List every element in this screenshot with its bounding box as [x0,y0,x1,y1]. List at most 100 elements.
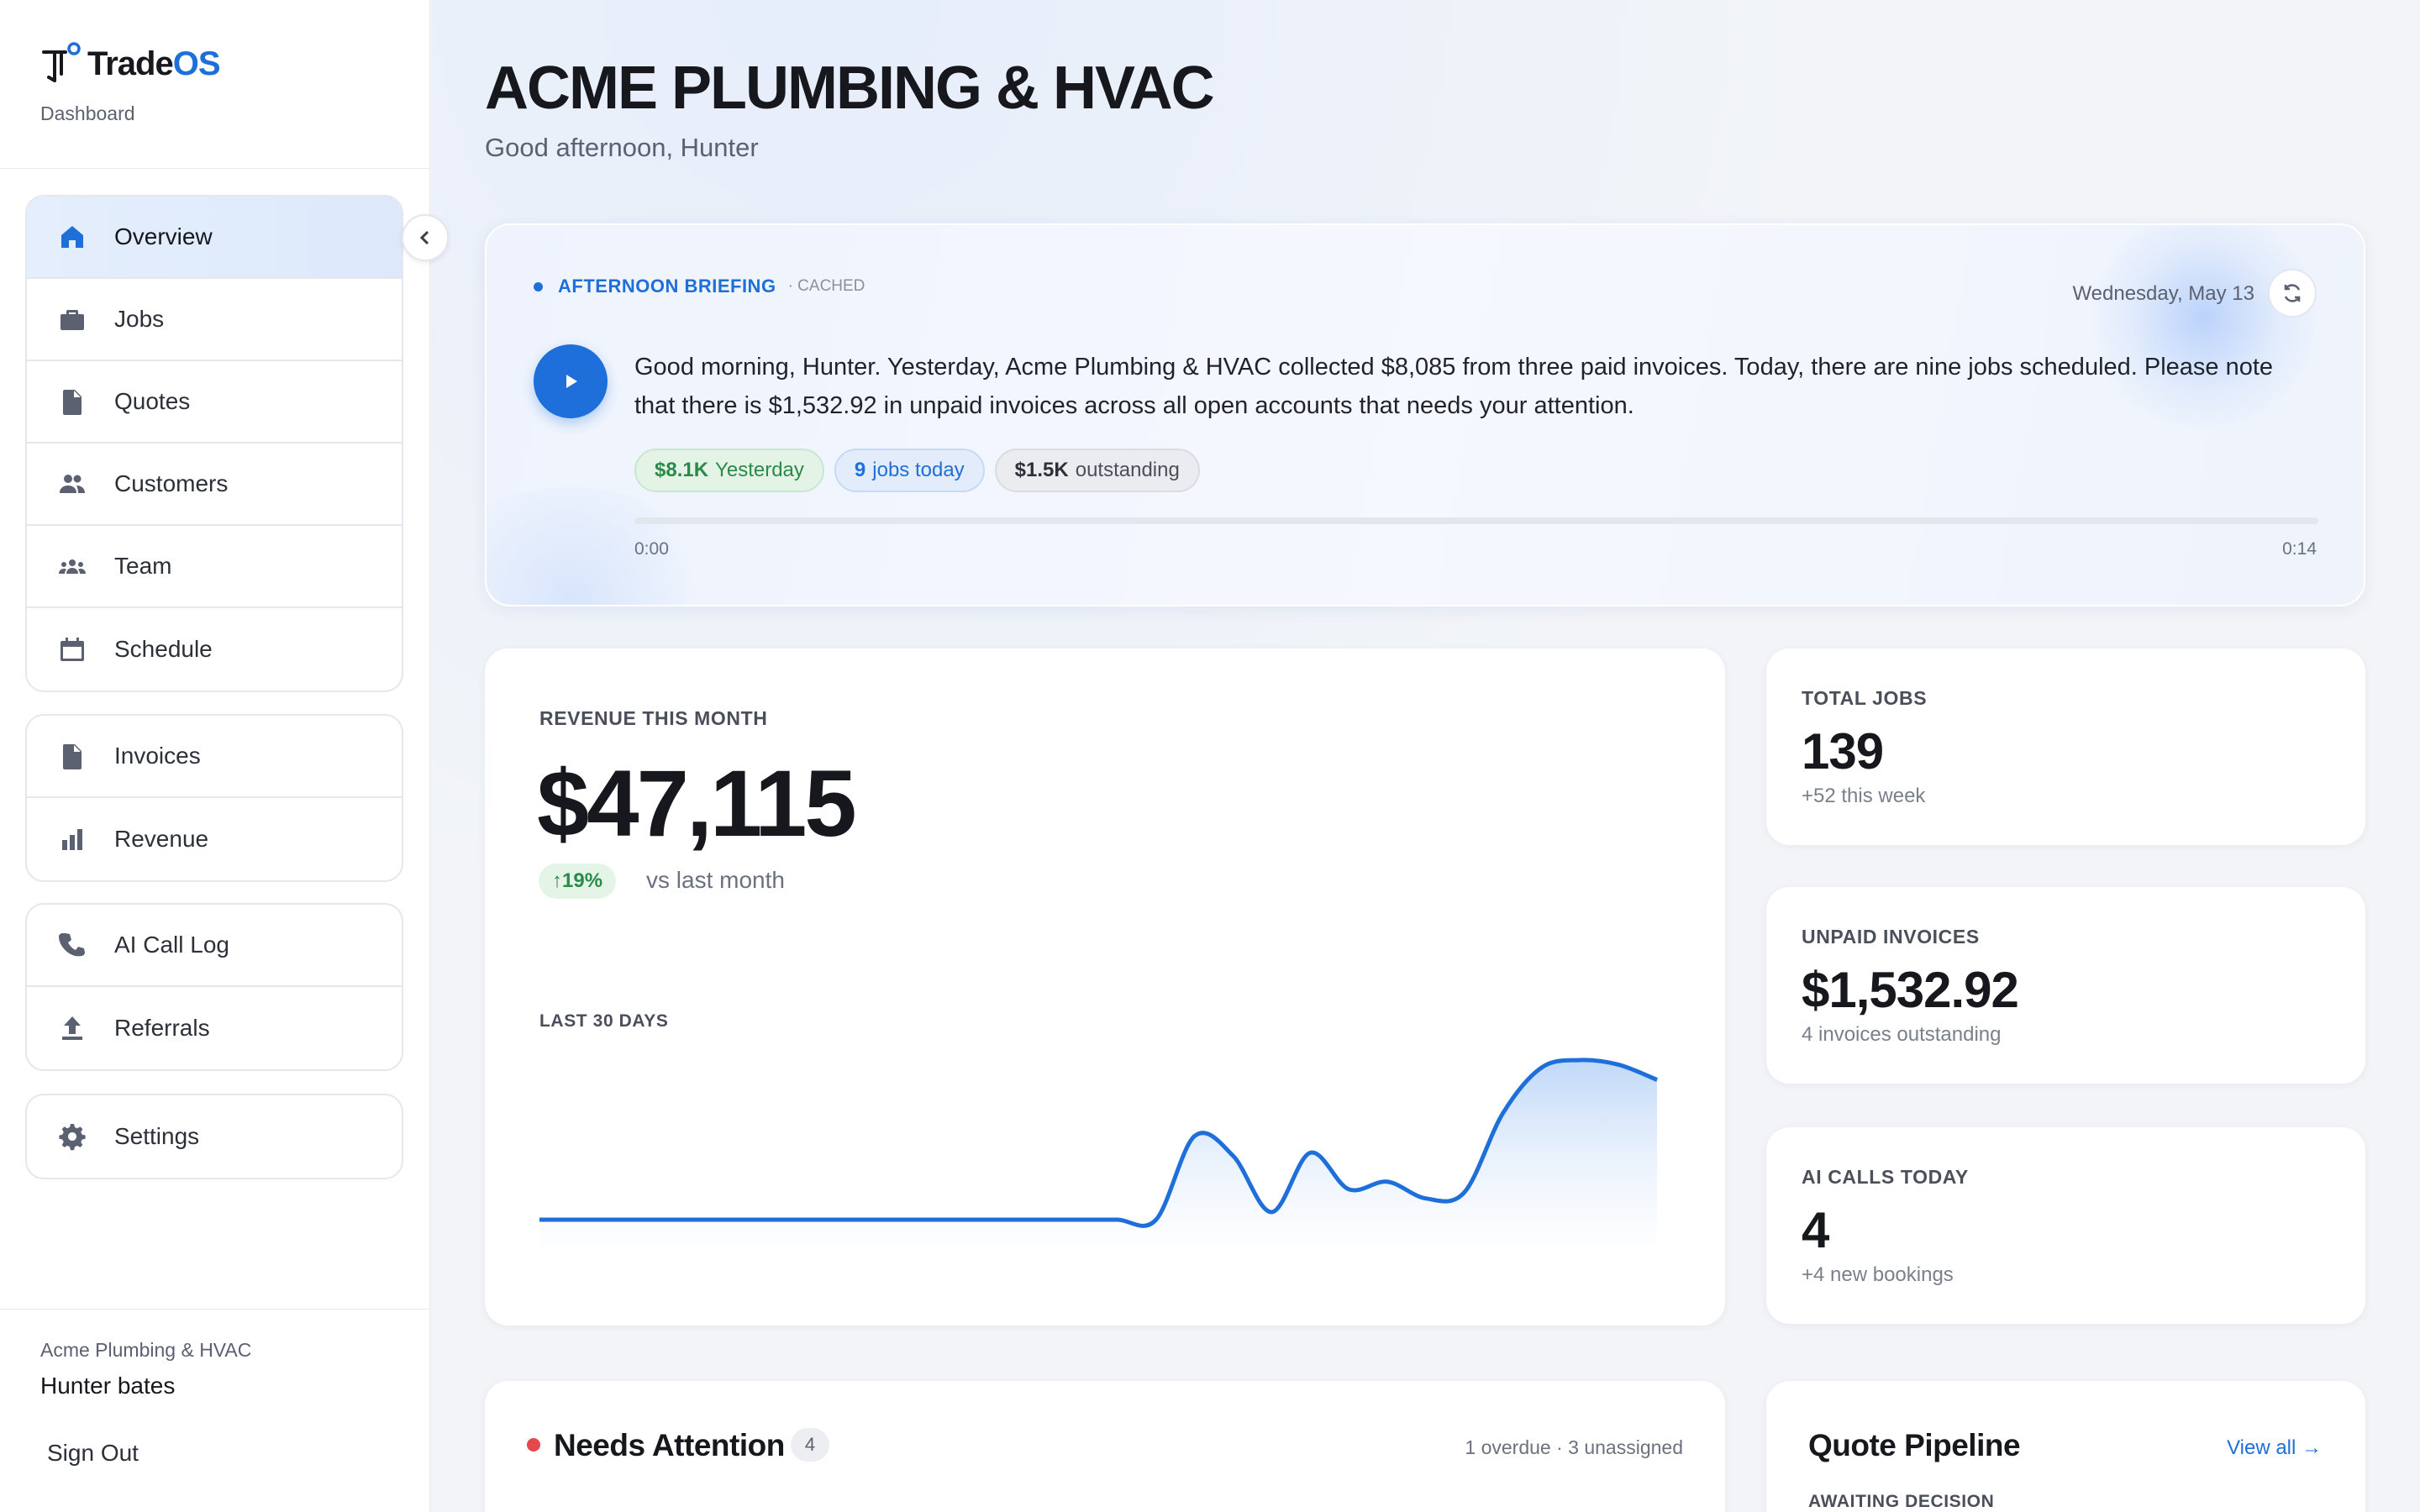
sidebar: TradeOS Dashboard Overview Jobs Quotes Cust… [0,0,430,1512]
sidebar-item-label: Schedule [114,636,213,662]
sidebar-item-invoices[interactable]: Invoices [27,716,402,798]
revenue-value: $47,115 [537,751,857,856]
sidebar-item-quotes[interactable]: Quotes [27,361,402,444]
gear-icon [57,1121,87,1152]
nav-group: Overview Jobs Quotes Customers Team Schedule [25,195,403,692]
sidebar-item-label: Quotes [114,388,191,414]
status-dot-icon [534,281,543,291]
briefing-chip: $8.1K Yesterday [634,449,824,492]
phone-icon [57,930,87,960]
revenue-change-badge: ↑19% [539,864,617,899]
sidebar-item-settings[interactable]: Settings [27,1095,402,1178]
divider [0,1309,430,1310]
briefing-header: AFTERNOON BRIEFING · CACHED [534,276,865,297]
stat-label: AI CALLS TODAY [1802,1166,1969,1188]
alert-dot-icon [527,1438,540,1452]
home-icon [57,222,87,252]
tradeos-logo-icon [40,40,84,87]
group-icon [57,551,87,581]
sidebar-item-label: Jobs [114,306,165,332]
briefing-date: Wednesday, May 13 [2072,282,2254,305]
section-label: Dashboard [40,102,135,124]
decorative-glow [487,487,722,605]
page-title: ACME PLUMBING & HVAC [485,55,1215,122]
chart-period-label: LAST 30 DAYS [539,1011,669,1031]
nav-group: Invoices Revenue [25,714,403,882]
sidebar-item-label: AI Call Log [114,932,229,958]
document-icon [57,741,87,771]
briefing-status: · CACHED [787,277,865,295]
briefing-text: Good morning, Hunter. Yesterday, Acme Pl… [634,354,2274,419]
chip-label: outstanding [1075,459,1180,481]
sidebar-item-label: Invoices [114,743,201,769]
sidebar-item-label: Settings [114,1123,200,1149]
stat-value: 4 [1802,1202,1829,1258]
stat-value: $1,532.92 [1802,962,2019,1018]
briefing-chip: 9 jobs today [834,449,985,492]
audio-progress-bar[interactable] [634,517,2318,524]
sidebar-item-customers[interactable]: Customers [27,444,402,526]
sidebar-item-overview[interactable]: Overview [27,197,402,279]
stat-sub: 4 invoices outstanding [1802,1023,2002,1046]
refresh-icon [2284,284,2301,302]
chip-value: 9 [854,459,866,481]
collapse-sidebar-button[interactable] [402,214,449,261]
sidebar-item-jobs[interactable]: Jobs [27,279,402,361]
calendar-icon [57,634,87,664]
sidebar-item-ai-call-log[interactable]: AI Call Log [27,905,402,987]
people-icon [57,469,87,499]
briefing-title: AFTERNOON BRIEFING [558,276,776,297]
sidebar-item-revenue[interactable]: Revenue [27,798,402,880]
briefing-chip: $1.5K outstanding [994,449,1200,492]
sidebar-item-label: Referrals [114,1015,210,1041]
brand-name: TradeOS [87,45,221,82]
quote-pipeline-title: Quote Pipeline [1808,1428,2021,1462]
briefing-card: AFTERNOON BRIEFING · CACHED Wednesday, M… [485,223,2365,606]
sidebar-item-label: Customers [114,470,229,496]
quote-pipeline-card: Quote Pipeline View all → AWAITING DECIS… [1766,1381,2365,1512]
view-all-link[interactable]: View all → [2227,1436,2322,1460]
stat-sub: +4 new bookings [1802,1263,1954,1286]
chip-value: $1.5K [1014,459,1069,481]
stat-card-total-jobs[interactable]: TOTAL JOBS 139 +52 this week [1766,648,2365,845]
chip-label: jobs today [872,459,965,481]
time-elapsed: 0:00 [634,539,669,559]
sidebar-item-team[interactable]: Team [27,526,402,608]
sidebar-item-label: Overview [114,223,213,249]
briefing-chips: $8.1K Yesterday 9 jobs today $1.5K outstandin… [634,449,1200,492]
sidebar-item-schedule[interactable]: Schedule [27,608,402,690]
revenue-card: REVENUE THIS MONTH $47,115 ↑19% vs last … [485,648,1725,1326]
divider [0,168,430,169]
needs-attention-meta: 1 overdue · 3 unassigned [1465,1436,1683,1458]
stat-card-unpaid-invoices[interactable]: UNPAID INVOICES $1,532.92 4 invoices outst… [1766,887,2365,1084]
sidebar-item-referrals[interactable]: Referrals [27,987,402,1069]
bar-chart-icon [57,824,87,854]
user-name: Hunter bates [40,1373,176,1399]
stat-label: TOTAL JOBS [1802,687,1928,709]
needs-attention-count: 4 [791,1428,829,1462]
chip-label: Yesterday [715,459,804,481]
org-name: Acme Plumbing & HVAC [40,1339,252,1361]
chevron-left-icon [419,230,429,245]
nav-group: AI Call Log Referrals [25,903,403,1071]
sidebar-item-label: Revenue [114,826,209,852]
stat-value: 139 [1802,723,1884,780]
greeting: Good afternoon, Hunter [485,133,759,162]
play-button[interactable] [534,344,608,418]
needs-attention-card: Needs Attention 4 1 overdue · 3 unassign… [485,1381,1725,1512]
sidebar-item-label: Team [114,553,172,579]
upload-icon [57,1013,87,1043]
play-icon [566,375,577,388]
stat-label: UNPAID INVOICES [1802,926,1980,948]
needs-attention-title: Needs Attention [554,1428,785,1462]
stat-sub: +52 this week [1802,785,1926,807]
refresh-button[interactable] [2268,269,2317,318]
sign-out-button[interactable]: Sign Out [47,1440,139,1467]
pipeline-subheading: AWAITING DECISION [1808,1492,1995,1511]
brand[interactable]: TradeOS [40,40,221,87]
revenue-label: REVENUE THIS MONTH [539,707,768,729]
document-icon [57,386,87,417]
briefcase-icon [57,304,87,334]
revenue-chart [539,1058,1658,1245]
stat-card-ai-calls-today[interactable]: AI CALLS TODAY 4 +4 new bookings [1766,1127,2365,1324]
